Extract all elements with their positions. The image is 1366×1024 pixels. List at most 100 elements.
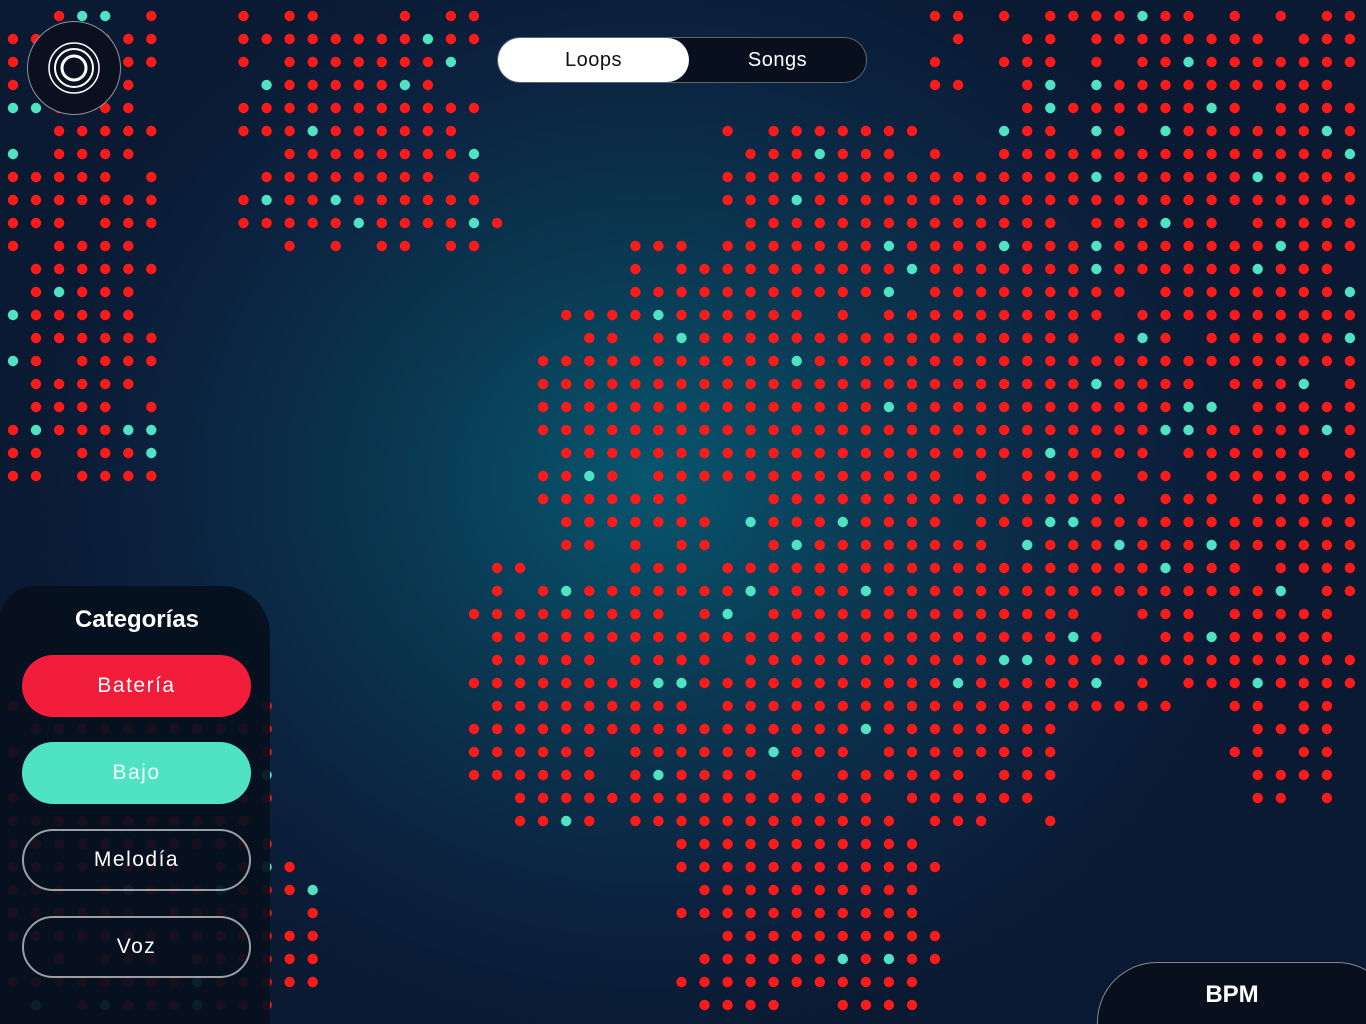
drum-loop-dot[interactable] — [123, 263, 134, 275]
drum-loop-dot[interactable] — [791, 631, 802, 643]
drum-loop-dot[interactable] — [53, 217, 65, 229]
drum-loop-dot[interactable] — [1045, 332, 1056, 344]
drum-loop-dot[interactable] — [123, 217, 134, 229]
drum-loop-dot[interactable] — [353, 194, 364, 206]
drum-loop-dot[interactable] — [745, 240, 756, 252]
drum-loop-dot[interactable] — [653, 424, 664, 436]
drum-loop-dot[interactable] — [1252, 447, 1263, 459]
drum-loop-dot[interactable] — [929, 171, 941, 183]
drum-loop-dot[interactable] — [952, 746, 964, 758]
bass-loop-dot[interactable] — [1321, 424, 1333, 436]
drum-loop-dot[interactable] — [1206, 424, 1217, 436]
drum-loop-dot[interactable] — [1045, 539, 1056, 551]
drum-loop-dot[interactable] — [814, 861, 825, 873]
drum-loop-dot[interactable] — [146, 263, 157, 275]
drum-loop-dot[interactable] — [607, 447, 618, 459]
drum-loop-dot[interactable] — [837, 194, 848, 206]
drum-loop-dot[interactable] — [998, 263, 1010, 275]
drum-loop-dot[interactable] — [1183, 631, 1194, 643]
drum-loop-dot[interactable] — [952, 309, 964, 321]
drum-loop-dot[interactable] — [1252, 56, 1263, 68]
drum-loop-dot[interactable] — [1045, 263, 1056, 275]
drum-loop-dot[interactable] — [584, 631, 595, 643]
drum-loop-dot[interactable] — [814, 700, 825, 712]
drum-loop-dot[interactable] — [1068, 562, 1079, 574]
drum-loop-dot[interactable] — [1229, 56, 1240, 68]
drum-loop-dot[interactable] — [100, 447, 111, 459]
drum-loop-dot[interactable] — [537, 355, 549, 367]
drum-loop-dot[interactable] — [975, 240, 987, 252]
drum-loop-dot[interactable] — [7, 171, 19, 183]
drum-loop-dot[interactable] — [30, 171, 42, 183]
drum-loop-dot[interactable] — [1298, 102, 1310, 114]
drum-loop-dot[interactable] — [860, 562, 872, 574]
drum-loop-dot[interactable] — [514, 792, 526, 804]
drum-loop-dot[interactable] — [1045, 355, 1056, 367]
drum-loop-dot[interactable] — [791, 930, 802, 942]
drum-loop-dot[interactable] — [837, 999, 848, 1011]
drum-loop-dot[interactable] — [791, 401, 802, 413]
drum-loop-dot[interactable] — [975, 424, 987, 436]
drum-loop-dot[interactable] — [768, 723, 779, 735]
drum-loop-dot[interactable] — [883, 930, 895, 942]
drum-loop-dot[interactable] — [722, 355, 733, 367]
bpm-button[interactable]: BPM — [1097, 962, 1366, 1024]
drum-loop-dot[interactable] — [837, 608, 848, 620]
drum-loop-dot[interactable] — [722, 723, 733, 735]
drum-loop-dot[interactable] — [77, 355, 88, 367]
drum-loop-dot[interactable] — [30, 378, 42, 390]
drum-loop-dot[interactable] — [1183, 286, 1194, 298]
drum-loop-dot[interactable] — [561, 516, 572, 528]
drum-loop-dot[interactable] — [1045, 240, 1056, 252]
drum-loop-dot[interactable] — [1068, 677, 1079, 689]
drum-loop-dot[interactable] — [699, 723, 710, 735]
drum-loop-dot[interactable] — [514, 654, 526, 666]
drum-loop-dot[interactable] — [561, 723, 572, 735]
drum-loop-dot[interactable] — [745, 976, 756, 988]
drum-loop-dot[interactable] — [745, 263, 756, 275]
drum-loop-dot[interactable] — [998, 585, 1010, 597]
drum-loop-dot[interactable] — [1275, 493, 1287, 505]
drum-loop-dot[interactable] — [30, 355, 42, 367]
drum-loop-dot[interactable] — [376, 102, 387, 114]
drum-loop-dot[interactable] — [537, 493, 549, 505]
bass-loop-dot[interactable] — [468, 217, 480, 229]
drum-loop-dot[interactable] — [906, 447, 918, 459]
drum-loop-dot[interactable] — [768, 930, 779, 942]
drum-loop-dot[interactable] — [399, 33, 411, 45]
drum-loop-dot[interactable] — [952, 447, 964, 459]
drum-loop-dot[interactable] — [307, 33, 318, 45]
drum-loop-dot[interactable] — [468, 608, 480, 620]
drum-loop-dot[interactable] — [1045, 171, 1056, 183]
drum-loop-dot[interactable] — [1229, 424, 1240, 436]
drum-loop-dot[interactable] — [768, 332, 779, 344]
drum-loop-dot[interactable] — [7, 240, 19, 252]
drum-loop-dot[interactable] — [123, 355, 134, 367]
bass-loop-dot[interactable] — [146, 424, 157, 436]
drum-loop-dot[interactable] — [699, 539, 710, 551]
drum-loop-dot[interactable] — [699, 884, 710, 896]
drum-loop-dot[interactable] — [537, 631, 549, 643]
drum-loop-dot[interactable] — [1298, 608, 1310, 620]
drum-loop-dot[interactable] — [745, 953, 756, 965]
drum-loop-dot[interactable] — [998, 792, 1010, 804]
drum-loop-dot[interactable] — [975, 447, 987, 459]
drum-loop-dot[interactable] — [1252, 217, 1263, 229]
drum-loop-dot[interactable] — [1021, 286, 1033, 298]
drum-loop-dot[interactable] — [653, 401, 664, 413]
drum-loop-dot[interactable] — [1229, 470, 1240, 482]
drum-loop-dot[interactable] — [722, 378, 733, 390]
drum-loop-dot[interactable] — [468, 171, 480, 183]
drum-loop-dot[interactable] — [906, 654, 918, 666]
drum-loop-dot[interactable] — [699, 838, 710, 850]
drum-loop-dot[interactable] — [607, 516, 618, 528]
drum-loop-dot[interactable] — [584, 447, 595, 459]
drum-loop-dot[interactable] — [1045, 10, 1056, 22]
bass-loop-dot[interactable] — [1275, 585, 1287, 597]
drum-loop-dot[interactable] — [1252, 332, 1263, 344]
drum-loop-dot[interactable] — [676, 401, 687, 413]
drum-loop-dot[interactable] — [952, 723, 964, 735]
drum-loop-dot[interactable] — [399, 171, 411, 183]
drum-loop-dot[interactable] — [1137, 217, 1148, 229]
drum-loop-dot[interactable] — [676, 562, 687, 574]
